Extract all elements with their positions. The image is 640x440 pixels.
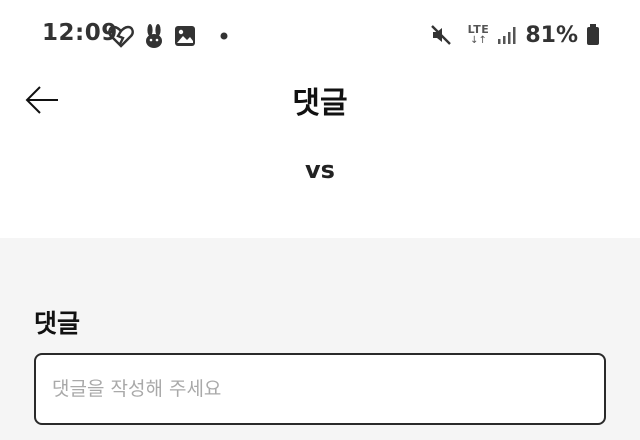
comment-section: 댓글 [0, 238, 640, 440]
rabbit-icon [144, 23, 164, 49]
post-title: vs [305, 156, 335, 184]
status-time: 12:09 [42, 20, 118, 46]
battery-icon [586, 24, 600, 46]
app-bar: 댓글 [0, 72, 640, 128]
network-indicator: LTE ↓↑ [468, 24, 490, 46]
network-type: LTE [467, 23, 490, 36]
system-icons: LTE ↓↑ 81% [430, 20, 600, 50]
battery-percent: 81% [525, 22, 578, 48]
notification-icons [108, 22, 228, 50]
dot-icon [220, 32, 228, 40]
signal-icon [497, 25, 517, 45]
comment-input[interactable] [34, 353, 606, 425]
mute-icon [430, 24, 452, 46]
heart-broken-icon [108, 24, 134, 48]
image-icon [174, 25, 196, 47]
page-title: 댓글 [292, 86, 348, 121]
comment-heading: 댓글 [34, 309, 81, 338]
network-activity-arrows: ↓↑ [470, 35, 487, 46]
status-bar: 12:09 LTE ↓↑ 81% [0, 0, 640, 72]
